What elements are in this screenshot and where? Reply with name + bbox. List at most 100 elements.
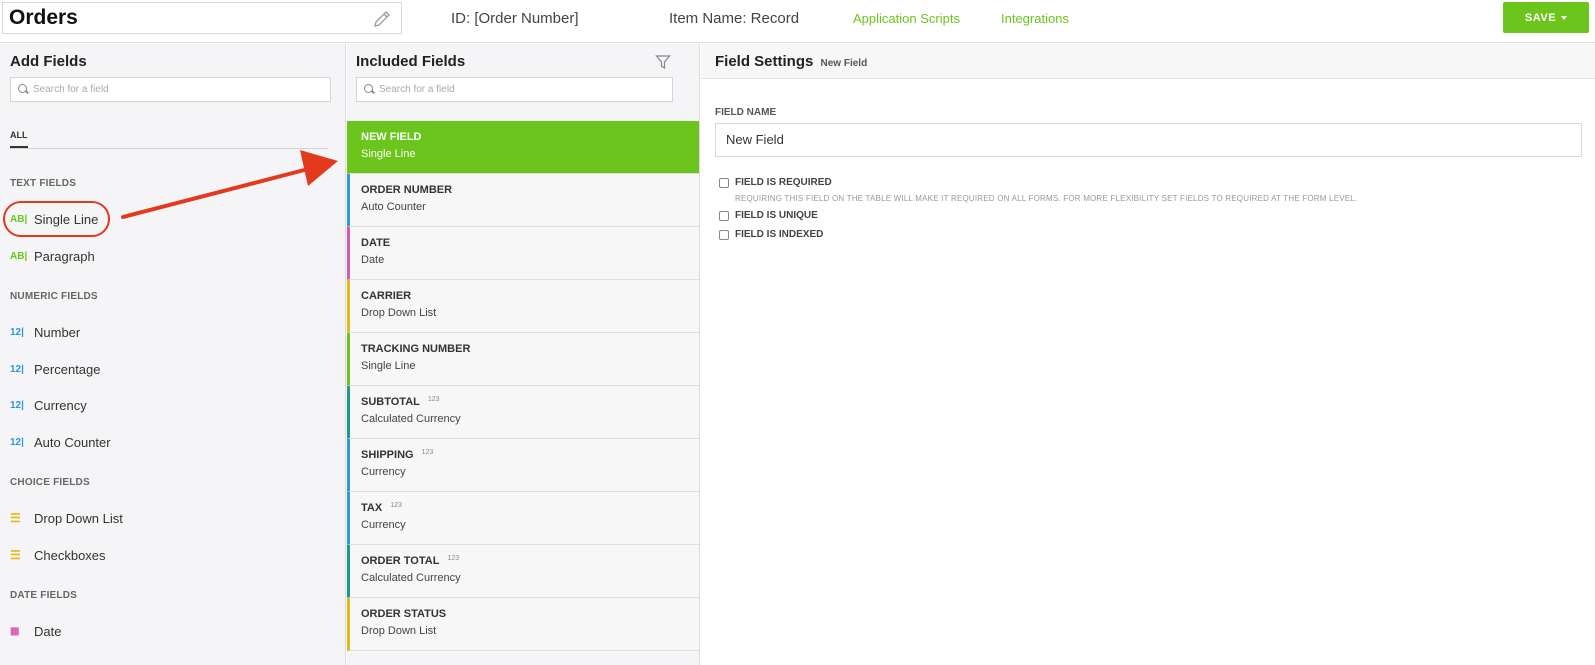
add-fields-panel: Add Fields Search for a field ALL TEXT F… xyxy=(0,44,346,665)
included-field-row[interactable]: DATE Date xyxy=(347,227,699,280)
included-field-row[interactable]: CARRIER Drop Down List xyxy=(347,280,699,333)
included-field-type: Calculated Currency xyxy=(361,572,461,584)
included-field-name: SUBTOTAL 123 xyxy=(361,396,440,408)
included-field-name: ORDER STATUS xyxy=(361,608,446,620)
table-title-field[interactable]: Orders xyxy=(2,2,402,34)
field-type-label: Date xyxy=(34,623,62,639)
field-type-label: Currency xyxy=(34,397,87,413)
calculated-badge: 123 xyxy=(447,555,460,562)
included-fields-panel: Included Fields Search for a field NEW F… xyxy=(347,44,700,665)
field-settings-title-text: Field Settings xyxy=(715,53,814,70)
field-required-note: REQUIRING THIS FIELD ON THE TABLE WILL M… xyxy=(735,194,1358,203)
integrations-link[interactable]: Integrations xyxy=(1001,11,1069,26)
field-type-drop-down-list[interactable]: ☰ Drop Down List xyxy=(10,508,123,528)
pencil-icon[interactable] xyxy=(371,8,393,30)
included-field-name: SHIPPING 123 xyxy=(361,449,433,461)
field-unique-label[interactable]: FIELD IS UNIQUE xyxy=(735,210,818,221)
field-type-paragraph[interactable]: AB| Paragraph xyxy=(10,246,95,266)
included-field-name-text: CARRIER xyxy=(361,290,412,302)
included-field-name-text: DATE xyxy=(361,237,391,249)
save-button-label: SAVE xyxy=(1524,11,1557,24)
included-field-type: Currency xyxy=(361,466,406,478)
add-fields-search-input[interactable]: Search for a field xyxy=(10,77,331,102)
numeric-field-icon: 12| xyxy=(10,436,24,448)
record-id-label[interactable]: ID: [Order Number] xyxy=(451,10,579,27)
search-icon xyxy=(364,84,373,93)
included-field-type: Single Line xyxy=(361,360,416,372)
item-name-label[interactable]: Item Name: Record xyxy=(669,10,799,27)
included-fields-title: Included Fields xyxy=(356,53,466,70)
included-field-row[interactable]: ORDER TOTAL 123 Calculated Currency xyxy=(347,545,699,598)
included-field-type: Calculated Currency xyxy=(361,413,461,425)
included-field-row[interactable]: SHIPPING 123 Currency xyxy=(347,439,699,492)
included-fields-search-input[interactable]: Search for a field xyxy=(356,77,673,102)
list-icon: ☰ xyxy=(10,548,21,562)
included-field-name-text: ORDER NUMBER xyxy=(361,184,453,196)
field-type-auto-counter[interactable]: 12| Auto Counter xyxy=(10,432,111,452)
field-type-label: Paragraph xyxy=(34,248,95,264)
field-indexed-label[interactable]: FIELD IS INDEXED xyxy=(735,229,823,240)
calculated-badge: 123 xyxy=(390,502,402,509)
included-field-name: ORDER TOTAL 123 xyxy=(361,555,459,567)
highlight-circle xyxy=(3,201,110,237)
tab-divider xyxy=(10,148,328,149)
included-field-name-text: ORDER STATUS xyxy=(361,608,447,620)
field-type-checkboxes[interactable]: ☰ Checkboxes xyxy=(10,545,106,565)
included-field-name-text: NEW FIELD xyxy=(361,131,422,143)
field-indexed-checkbox[interactable] xyxy=(719,230,729,240)
field-type-currency[interactable]: 12| Currency xyxy=(10,395,87,415)
included-field-name: TRACKING NUMBER xyxy=(361,343,470,355)
field-required-checkbox[interactable] xyxy=(719,178,729,188)
chevron-down-icon xyxy=(1561,15,1568,20)
included-field-row[interactable]: SUBTOTAL 123 Calculated Currency xyxy=(347,386,699,439)
top-bar: Orders ID: [Order Number] Item Name: Rec… xyxy=(0,0,1595,43)
included-field-name-text: SHIPPING xyxy=(361,449,414,461)
included-field-name-text: SUBTOTAL xyxy=(361,396,420,408)
field-type-percentage[interactable]: 12| Percentage xyxy=(10,359,101,379)
field-name-input[interactable]: New Field xyxy=(715,123,1582,157)
field-type-label: Percentage xyxy=(34,361,101,377)
field-settings-subtitle: New Field xyxy=(820,58,868,69)
numeric-field-icon: 12| xyxy=(10,363,24,375)
included-field-name: DATE xyxy=(361,237,390,249)
numeric-field-icon: 12| xyxy=(10,399,24,411)
field-type-date[interactable]: ▦ Date xyxy=(10,621,61,641)
add-fields-title: Add Fields xyxy=(10,53,87,70)
field-settings-title: Field Settings New Field xyxy=(715,53,867,70)
save-button[interactable]: SAVE xyxy=(1503,2,1589,33)
field-type-label: Drop Down List xyxy=(34,510,123,526)
included-field-row[interactable]: TAX 123 Currency xyxy=(347,492,699,545)
field-type-number[interactable]: 12| Number xyxy=(10,322,80,342)
field-settings-header: Field Settings New Field xyxy=(701,44,1595,79)
included-field-row[interactable]: ORDER STATUS Drop Down List xyxy=(347,598,699,651)
section-choice-fields: CHOICE FIELDS xyxy=(10,477,90,488)
included-field-name-text: ORDER TOTAL xyxy=(361,555,440,567)
included-field-row[interactable]: TRACKING NUMBER Single Line xyxy=(347,333,699,386)
field-settings-panel: Field Settings New Field FIELD NAME New … xyxy=(701,44,1595,665)
included-field-row[interactable]: NEW FIELD Single Line xyxy=(347,121,699,174)
calculated-badge: 123 xyxy=(427,396,440,403)
field-type-label: Checkboxes xyxy=(34,547,106,563)
included-field-type: Date xyxy=(361,254,385,266)
search-icon xyxy=(18,84,27,93)
included-field-type: Drop Down List xyxy=(361,307,437,319)
included-field-type: Auto Counter xyxy=(361,201,426,213)
field-type-label: Number xyxy=(34,324,81,340)
included-field-type: Single Line xyxy=(361,148,416,160)
application-scripts-link[interactable]: Application Scripts xyxy=(853,11,960,26)
included-field-type: Currency xyxy=(361,519,406,531)
section-date-fields: DATE FIELDS xyxy=(10,590,78,601)
list-icon: ☰ xyxy=(10,511,21,525)
included-field-name: TAX 123 xyxy=(361,502,402,514)
add-fields-search-placeholder: Search for a field xyxy=(33,84,109,95)
included-field-name: CARRIER xyxy=(361,290,411,302)
included-field-row[interactable]: ORDER NUMBER Auto Counter xyxy=(347,174,699,227)
filter-icon[interactable] xyxy=(655,54,671,70)
included-field-name-text: TAX xyxy=(361,502,383,514)
field-type-label: Auto Counter xyxy=(34,434,111,450)
included-fields-search-placeholder: Search for a field xyxy=(379,84,455,95)
tab-all[interactable]: ALL xyxy=(10,130,28,140)
field-required-label[interactable]: FIELD IS REQUIRED xyxy=(735,177,832,188)
field-name-label: FIELD NAME xyxy=(715,107,777,118)
field-unique-checkbox[interactable] xyxy=(719,211,729,221)
